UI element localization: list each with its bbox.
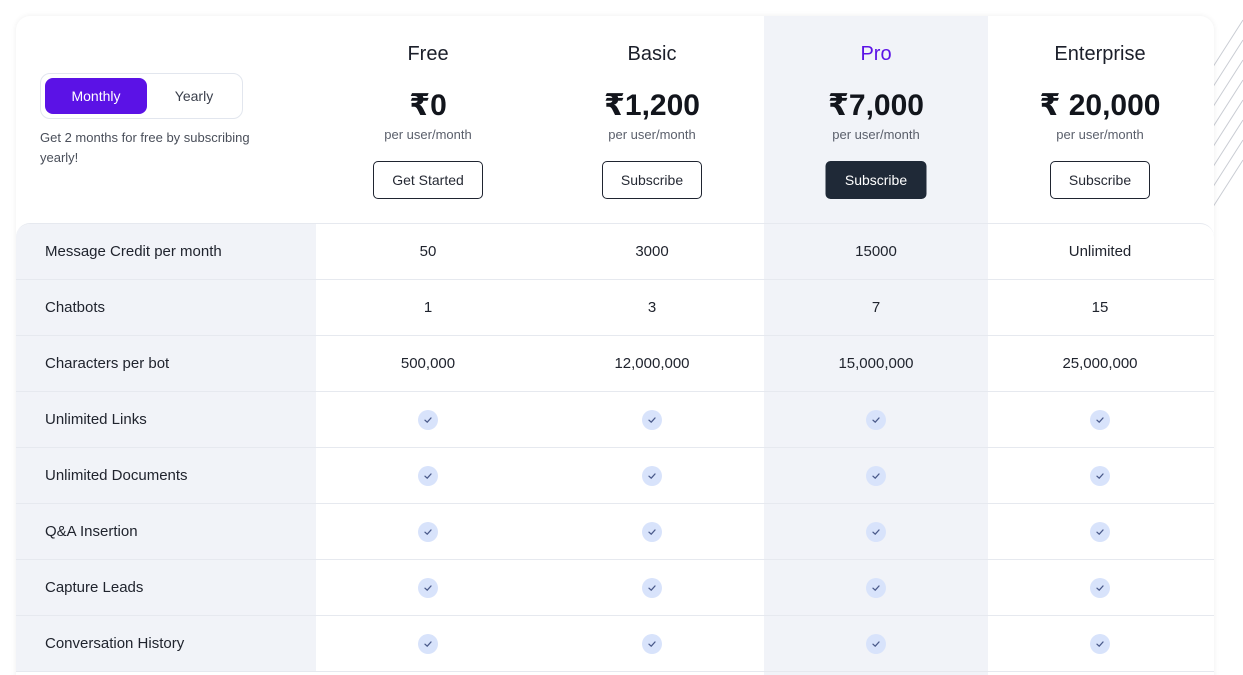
feature-value: 50 — [419, 243, 437, 260]
feature-value: 15,000,000 — [838, 355, 914, 372]
check-circle-icon — [1090, 409, 1110, 430]
feature-label: Conversation History — [45, 635, 185, 652]
feature-value: 15 — [1091, 299, 1109, 316]
subscribe-pro-button[interactable]: Subscribe — [825, 161, 927, 199]
feature-value: 15000 — [855, 243, 897, 260]
subscribe-basic-button[interactable]: Subscribe — [602, 161, 702, 199]
plan-period: per user/month — [1056, 127, 1144, 142]
check-circle-icon — [866, 465, 886, 486]
feature-label: Unlimited Links — [45, 411, 147, 428]
plan-period: per user/month — [384, 127, 472, 142]
table-row: Q&A Insertion — [16, 504, 1214, 560]
plan-name: Enterprise — [1054, 43, 1146, 65]
plan-period: per user/month — [608, 127, 696, 142]
check-circle-icon — [1090, 465, 1110, 486]
check-circle-icon — [418, 465, 438, 486]
plan-period: per user/month — [832, 127, 920, 142]
check-circle-icon — [866, 409, 886, 430]
check-circle-icon — [418, 521, 438, 542]
plan-price: ₹1,200 — [604, 89, 700, 122]
feature-value: 12,000,000 — [614, 355, 690, 372]
check-circle-icon — [642, 409, 662, 430]
table-row: Capture Leads — [16, 560, 1214, 616]
feature-label: Characters per bot — [45, 355, 170, 372]
check-circle-icon — [866, 633, 886, 654]
table-row: Chatbots 1 3 7 15 — [16, 280, 1214, 336]
table-row: Message Credit per month 50 3000 15000 U… — [16, 224, 1214, 280]
feature-value: 3 — [647, 299, 657, 316]
table-row: Unlimited Links — [16, 392, 1214, 448]
feature-value: 25,000,000 — [1062, 355, 1138, 372]
table-row: Characters per bot 500,000 12,000,000 15… — [16, 336, 1214, 392]
feature-label: Chatbots — [45, 299, 106, 316]
monthly-toggle-option[interactable]: Monthly — [45, 78, 147, 114]
check-circle-icon — [1090, 633, 1110, 654]
get-started-button[interactable]: Get Started — [373, 161, 483, 199]
plan-name: Basic — [627, 43, 677, 65]
plan-price: ₹0 — [409, 89, 447, 122]
check-circle-icon — [418, 409, 438, 430]
feature-value: 3000 — [635, 243, 669, 260]
feature-label: Q&A Insertion — [45, 523, 138, 540]
check-circle-icon — [1090, 577, 1110, 598]
plan-header-pro: Pro ₹7,000 per user/month Subscribe — [764, 16, 988, 216]
check-circle-icon — [642, 633, 662, 654]
pricing-card: Monthly Yearly Get 2 months for free by … — [16, 16, 1214, 675]
plan-header-enterprise: Enterprise ₹ 20,000 per user/month Subsc… — [988, 16, 1212, 216]
plan-name: Free — [407, 43, 449, 65]
billing-toggle: Monthly Yearly — [40, 73, 243, 119]
check-circle-icon — [866, 577, 886, 598]
check-circle-icon — [418, 577, 438, 598]
decorative-lines — [1211, 19, 1243, 211]
feature-value: Unlimited — [1068, 243, 1132, 260]
feature-value: 500,000 — [400, 355, 456, 372]
table-row: Unlimited Documents — [16, 448, 1214, 504]
feature-value: 7 — [871, 299, 881, 316]
plan-price: ₹ 20,000 — [1039, 89, 1161, 122]
yearly-promo-text: Get 2 months for free by subscribing yea… — [40, 130, 250, 165]
yearly-toggle-option[interactable]: Yearly — [149, 78, 239, 114]
plan-header-basic: Basic ₹1,200 per user/month Subscribe — [540, 16, 764, 216]
feature-label: Capture Leads — [45, 579, 144, 596]
check-circle-icon — [418, 633, 438, 654]
check-circle-icon — [1090, 521, 1110, 542]
table-row: Conversation History — [16, 616, 1214, 672]
subscribe-enterprise-button[interactable]: Subscribe — [1050, 161, 1150, 199]
check-circle-icon — [642, 521, 662, 542]
plan-header-free: Free ₹0 per user/month Get Started — [316, 16, 540, 216]
check-circle-icon — [642, 577, 662, 598]
feature-label: Message Credit per month — [45, 243, 222, 260]
feature-value: 1 — [423, 299, 433, 316]
check-circle-icon — [642, 465, 662, 486]
feature-comparison-table: Message Credit per month 50 3000 15000 U… — [16, 223, 1214, 672]
feature-label: Unlimited Documents — [45, 467, 188, 484]
plan-name: Pro — [860, 43, 892, 65]
plan-price: ₹7,000 — [828, 89, 924, 122]
check-circle-icon — [866, 521, 886, 542]
